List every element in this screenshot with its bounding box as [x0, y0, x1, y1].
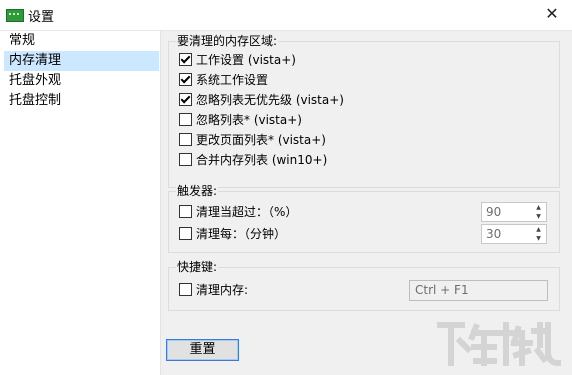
- hotkey-row[interactable]: 清理内存:: [179, 282, 248, 299]
- memory-area-group: 要清理的内存区域: 工作设置 (vista+) 系统工作设置 忽略列表无优先级 …: [168, 33, 560, 188]
- option-label: 工作设置 (vista+): [196, 53, 296, 67]
- checkbox-modified-page-list[interactable]: [179, 133, 192, 146]
- checkbox-standby-no-priority[interactable]: [179, 93, 192, 106]
- checkbox-clean-interval[interactable]: [179, 227, 192, 240]
- checkbox-clean-memory-hotkey[interactable]: [179, 283, 192, 296]
- group-title-memory-area: 要清理的内存区域:: [176, 33, 279, 49]
- threshold-spinbox[interactable]: 90 ▲ ▼: [481, 202, 547, 222]
- spin-down-arrow-icon[interactable]: ▼: [531, 234, 546, 243]
- option-label: 更改页面列表* (vista+): [196, 133, 326, 147]
- checkbox-clean-threshold[interactable]: [179, 205, 192, 218]
- spin-up-arrow-icon[interactable]: ▲: [531, 225, 546, 234]
- title-bar: 设置 ✕: [0, 0, 572, 31]
- spin-up-arrow-icon[interactable]: ▲: [531, 203, 546, 212]
- option-label: 合并内存列表 (win10+): [196, 153, 328, 167]
- sidebar-item-memory-cleanup[interactable]: 内存清理: [4, 51, 159, 71]
- window-title: 设置: [28, 10, 55, 25]
- memory-app-icon: [6, 9, 24, 22]
- option-modified-page-list[interactable]: 更改页面列表* (vista+): [179, 132, 326, 149]
- option-combine-memory-lists[interactable]: 合并内存列表 (win10+): [179, 152, 327, 169]
- group-title-hotkey: 快捷键:: [176, 259, 219, 275]
- settings-sidebar: 常规 内存清理 托盘外观 托盘控制: [0, 31, 161, 375]
- trigger-interval-row[interactable]: 清理每：（分钟）: [179, 226, 286, 243]
- checkbox-working-set[interactable]: [179, 53, 192, 66]
- checkbox-combine-memory-lists[interactable]: [179, 153, 192, 166]
- spin-down-arrow-icon[interactable]: ▼: [531, 212, 546, 221]
- option-label: 系统工作设置: [196, 73, 269, 87]
- trigger-group: 触发器: 清理当超过：（%） 90 ▲ ▼ 清理每：（分钟） 30 ▲ ▼: [168, 183, 560, 253]
- sidebar-item-tray-control[interactable]: 托盘控制: [4, 91, 159, 111]
- hotkey-label: 清理内存:: [196, 283, 249, 297]
- trigger-threshold-row[interactable]: 清理当超过：（%）: [179, 204, 297, 221]
- option-standby-no-priority[interactable]: 忽略列表无优先级 (vista+): [179, 92, 344, 109]
- sidebar-item-general[interactable]: 常规: [4, 31, 159, 51]
- interval-spinbox[interactable]: 30 ▲ ▼: [481, 224, 547, 244]
- reset-button[interactable]: 重置: [166, 339, 239, 361]
- interval-spin-buttons: ▲ ▼: [531, 225, 546, 243]
- close-icon[interactable]: ✕: [532, 0, 572, 30]
- threshold-spin-buttons: ▲ ▼: [531, 203, 546, 221]
- sidebar-item-tray-appearance[interactable]: 托盘外观: [4, 71, 159, 91]
- trigger-interval-label: 清理每：（分钟）: [196, 227, 287, 241]
- checkbox-standby-list[interactable]: [179, 113, 192, 126]
- threshold-value: 90: [486, 205, 502, 219]
- checkbox-system-working-set[interactable]: [179, 73, 192, 86]
- interval-value: 30: [486, 227, 502, 241]
- watermark-logo: [437, 322, 562, 367]
- option-system-working-set[interactable]: 系统工作设置: [179, 72, 268, 89]
- option-working-set[interactable]: 工作设置 (vista+): [179, 52, 296, 69]
- option-label: 忽略列表* (vista+): [196, 113, 302, 127]
- option-standby-list[interactable]: 忽略列表* (vista+): [179, 112, 302, 129]
- hotkey-input[interactable]: Ctrl + F1: [409, 280, 548, 301]
- option-label: 忽略列表无优先级 (vista+): [196, 93, 344, 107]
- group-title-trigger: 触发器:: [176, 183, 219, 199]
- hotkey-group: 快捷键: 清理内存: Ctrl + F1: [168, 259, 560, 311]
- trigger-threshold-label: 清理当超过：（%）: [196, 205, 298, 219]
